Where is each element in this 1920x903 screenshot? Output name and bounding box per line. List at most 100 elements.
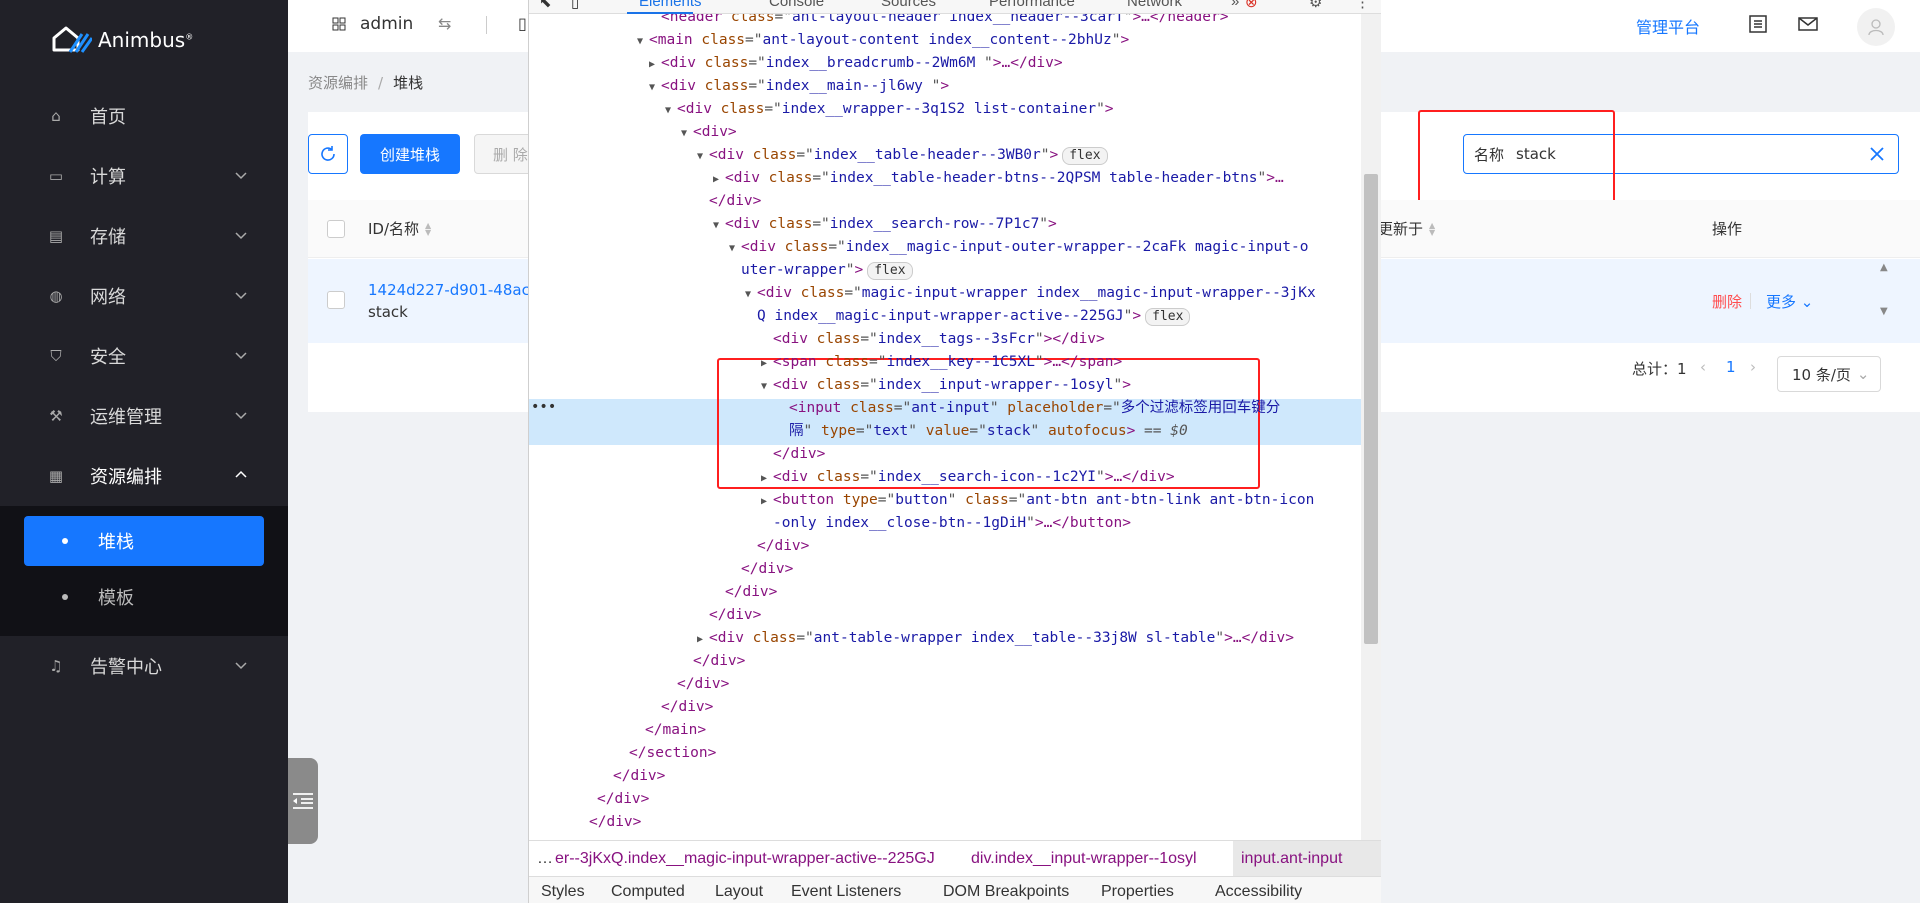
dom-node-line[interactable]: ▼ <div class="index__search-row--7P1c7"> [713,213,1057,236]
nav-item-home[interactable]: ⌂ 首页 [0,86,288,146]
row-id-link[interactable]: 1424d227-d901-48ac-9e [368,281,528,299]
close-icon[interactable] [1868,145,1886,163]
dom-node-line[interactable]: ▼ <div class="index__wrapper--3q1S2 list-… [665,98,1114,121]
collapse-triangle-icon[interactable]: ▼ [697,145,709,168]
dom-node-line[interactable]: ▶ <div class="index__search-icon--1c2YI">… [761,466,1175,489]
nav-item-storage[interactable]: ▤ 存储 [0,206,288,266]
collapse-sidebar-button[interactable] [288,758,318,844]
settings-icon[interactable]: ⚙ [1309,0,1322,11]
subtab-styles[interactable]: Styles [541,883,585,901]
dom-node-line[interactable]: </div> [729,558,793,581]
column-header-updated[interactable]: 更新于 ▲ ▼ [1378,218,1439,239]
dom-node-line[interactable]: </section> [617,742,716,765]
refresh-button[interactable] [308,134,348,174]
subtab-computed[interactable]: Computed [611,883,685,901]
sidebar-item-stack[interactable]: 堆栈 [24,516,264,566]
subtab-event-listeners[interactable]: Event Listeners [791,883,901,901]
collapse-triangle-icon[interactable]: ▼ [729,237,741,260]
prev-page-icon[interactable]: ‹ [1700,358,1706,376]
page-number[interactable]: 1 [1726,358,1736,376]
crumb-item[interactable]: er--3jKxQ.index__magic-input-wrapper-act… [555,841,935,876]
dom-node-line[interactable]: -only index__close-btn--1gDiH">…</button… [761,512,1131,535]
dom-node-line[interactable]: ▼ <div class="index__main--jl6wy "> [649,75,949,98]
dom-node-line[interactable]: </div> [697,190,761,213]
dom-node-line[interactable]: ▶ <span class="index__key--1C5XL">…</span… [761,351,1122,374]
nav-item-compute[interactable]: ▭ 计算 [0,146,288,206]
inspect-icon[interactable]: ⬉ [539,0,552,11]
dom-node-line[interactable]: </div> [585,788,649,811]
crumb-item[interactable]: div.index__input-wrapper--1osyl [971,841,1197,876]
subtab-accessibility[interactable]: Accessibility [1215,883,1302,901]
breadcrumb-parent[interactable]: 资源编排 [308,74,368,92]
expand-triangle-icon[interactable]: ▶ [649,53,661,76]
devtools-scrollbar[interactable] [1361,14,1381,840]
more-tabs-icon[interactable]: » [1231,0,1239,10]
dom-node-line[interactable]: <input class="ant-input" placeholder="多个… [777,397,1280,420]
nav-item-network[interactable]: ◍ 网络 [0,266,288,326]
dom-node-line[interactable]: ▼ <div class="index__table-header--3WB0r"… [697,144,1108,167]
scrollbar-thumb[interactable] [1364,174,1378,644]
dom-node-line[interactable]: Q index__magic-input-wrapper-active--225… [745,305,1191,328]
dom-node-line[interactable]: </div> [761,443,825,466]
dom-node-line[interactable]: </div> [601,765,665,788]
mail-icon[interactable] [1798,14,1818,34]
tab-network[interactable]: Network [1127,0,1182,10]
crumbs-ellipsis[interactable]: … [537,841,553,876]
collapse-triangle-icon[interactable]: ▼ [637,30,649,53]
collapse-triangle-icon[interactable]: ▼ [649,76,661,99]
collapse-triangle-icon[interactable]: ▼ [761,375,773,398]
project-selector[interactable]: admin [332,14,413,34]
device-toolbar-icon[interactable]: ▯ [571,0,579,11]
list-icon[interactable] [1748,14,1768,34]
nav-item-security[interactable]: ⛉ 安全 [0,326,288,386]
dom-node-line[interactable]: </div> [577,811,641,834]
menu-icon[interactable]: ⋮ [1355,0,1370,11]
node-actions-ellipsis[interactable]: ••• [531,399,556,415]
subtab-properties[interactable]: Properties [1101,883,1174,901]
table-scrollbar[interactable]: ▲ ▼ [1880,262,1894,340]
nav-item-alarm[interactable]: ♫ 告警中心 [0,636,288,696]
expand-triangle-icon[interactable]: ▶ [713,168,725,191]
expand-triangle-icon[interactable]: ▶ [761,490,773,513]
column-header-id-name[interactable]: ID/名称 ▲ ▼ [368,218,435,239]
dom-node-line[interactable]: </div> [649,696,713,719]
collapse-triangle-icon[interactable]: ▼ [745,283,757,306]
dom-node-line[interactable]: ▶ <button type="button" class="ant-btn an… [761,489,1314,512]
dom-node-line[interactable]: 隔" type="text" value="stack" autofocus> … [777,420,1188,443]
create-stack-button[interactable]: 创建堆栈 [360,134,460,174]
tab-performance[interactable]: Performance [989,0,1075,10]
collapse-triangle-icon[interactable]: ▼ [713,214,725,237]
expand-triangle-icon[interactable]: ▶ [697,628,709,651]
dom-node-line[interactable]: ▼ <div class="index__input-wrapper--1osyl… [761,374,1131,397]
subtab-dom-breakpoints[interactable]: DOM Breakpoints [943,883,1069,901]
dom-node-line[interactable]: <header class="ant-layout-header index__… [649,14,1228,29]
subtab-layout[interactable]: Layout [715,883,763,901]
dom-node-line[interactable]: </div> [745,535,809,558]
dom-node-line[interactable]: </main> [633,719,706,742]
page-size-select[interactable]: 10 条/页 ⌄ [1777,356,1881,392]
dom-node-line[interactable]: ▶ <div class="index__breadcrumb--2Wm6M ">… [649,52,1063,75]
collapse-triangle-icon[interactable]: ▼ [681,122,693,145]
row-delete-button[interactable]: 删除 [1712,291,1742,312]
tab-console[interactable]: Console [769,0,824,10]
tab-elements[interactable]: Elements [639,0,702,10]
row-checkbox[interactable] [327,291,345,309]
sort-icon[interactable]: ▲ ▼ [425,221,435,236]
collapse-triangle-icon[interactable]: ▼ [665,99,677,122]
dom-node-line[interactable]: uter-wrapper"> flex [729,259,913,282]
dom-node-line[interactable]: </div> [665,673,729,696]
logo[interactable]: Animbus® [48,22,193,58]
error-badge[interactable]: ⊗ 2 [1245,0,1266,11]
crumb-item-active[interactable]: input.ant-input [1233,841,1381,876]
dom-node-line[interactable]: ▼ <div> [681,121,737,144]
dom-node-line[interactable]: </div> [681,650,745,673]
delete-button[interactable]: 删 除 [474,134,534,174]
dom-node-line[interactable]: </div> [713,581,777,604]
expand-triangle-icon[interactable]: ▶ [761,467,773,490]
row-more-dropdown[interactable]: 更多 ⌄ [1766,291,1813,312]
dom-node-line[interactable]: ▼ <div class="index__magic-input-outer-wr… [729,236,1308,259]
dom-node-line[interactable]: ▶ <div class="index__table-header-btns--2… [713,167,1284,190]
select-all-checkbox[interactable] [327,220,345,238]
sidebar-item-template[interactable]: 模板 [24,572,264,622]
sort-icon[interactable]: ▲ ▼ [1429,221,1439,236]
